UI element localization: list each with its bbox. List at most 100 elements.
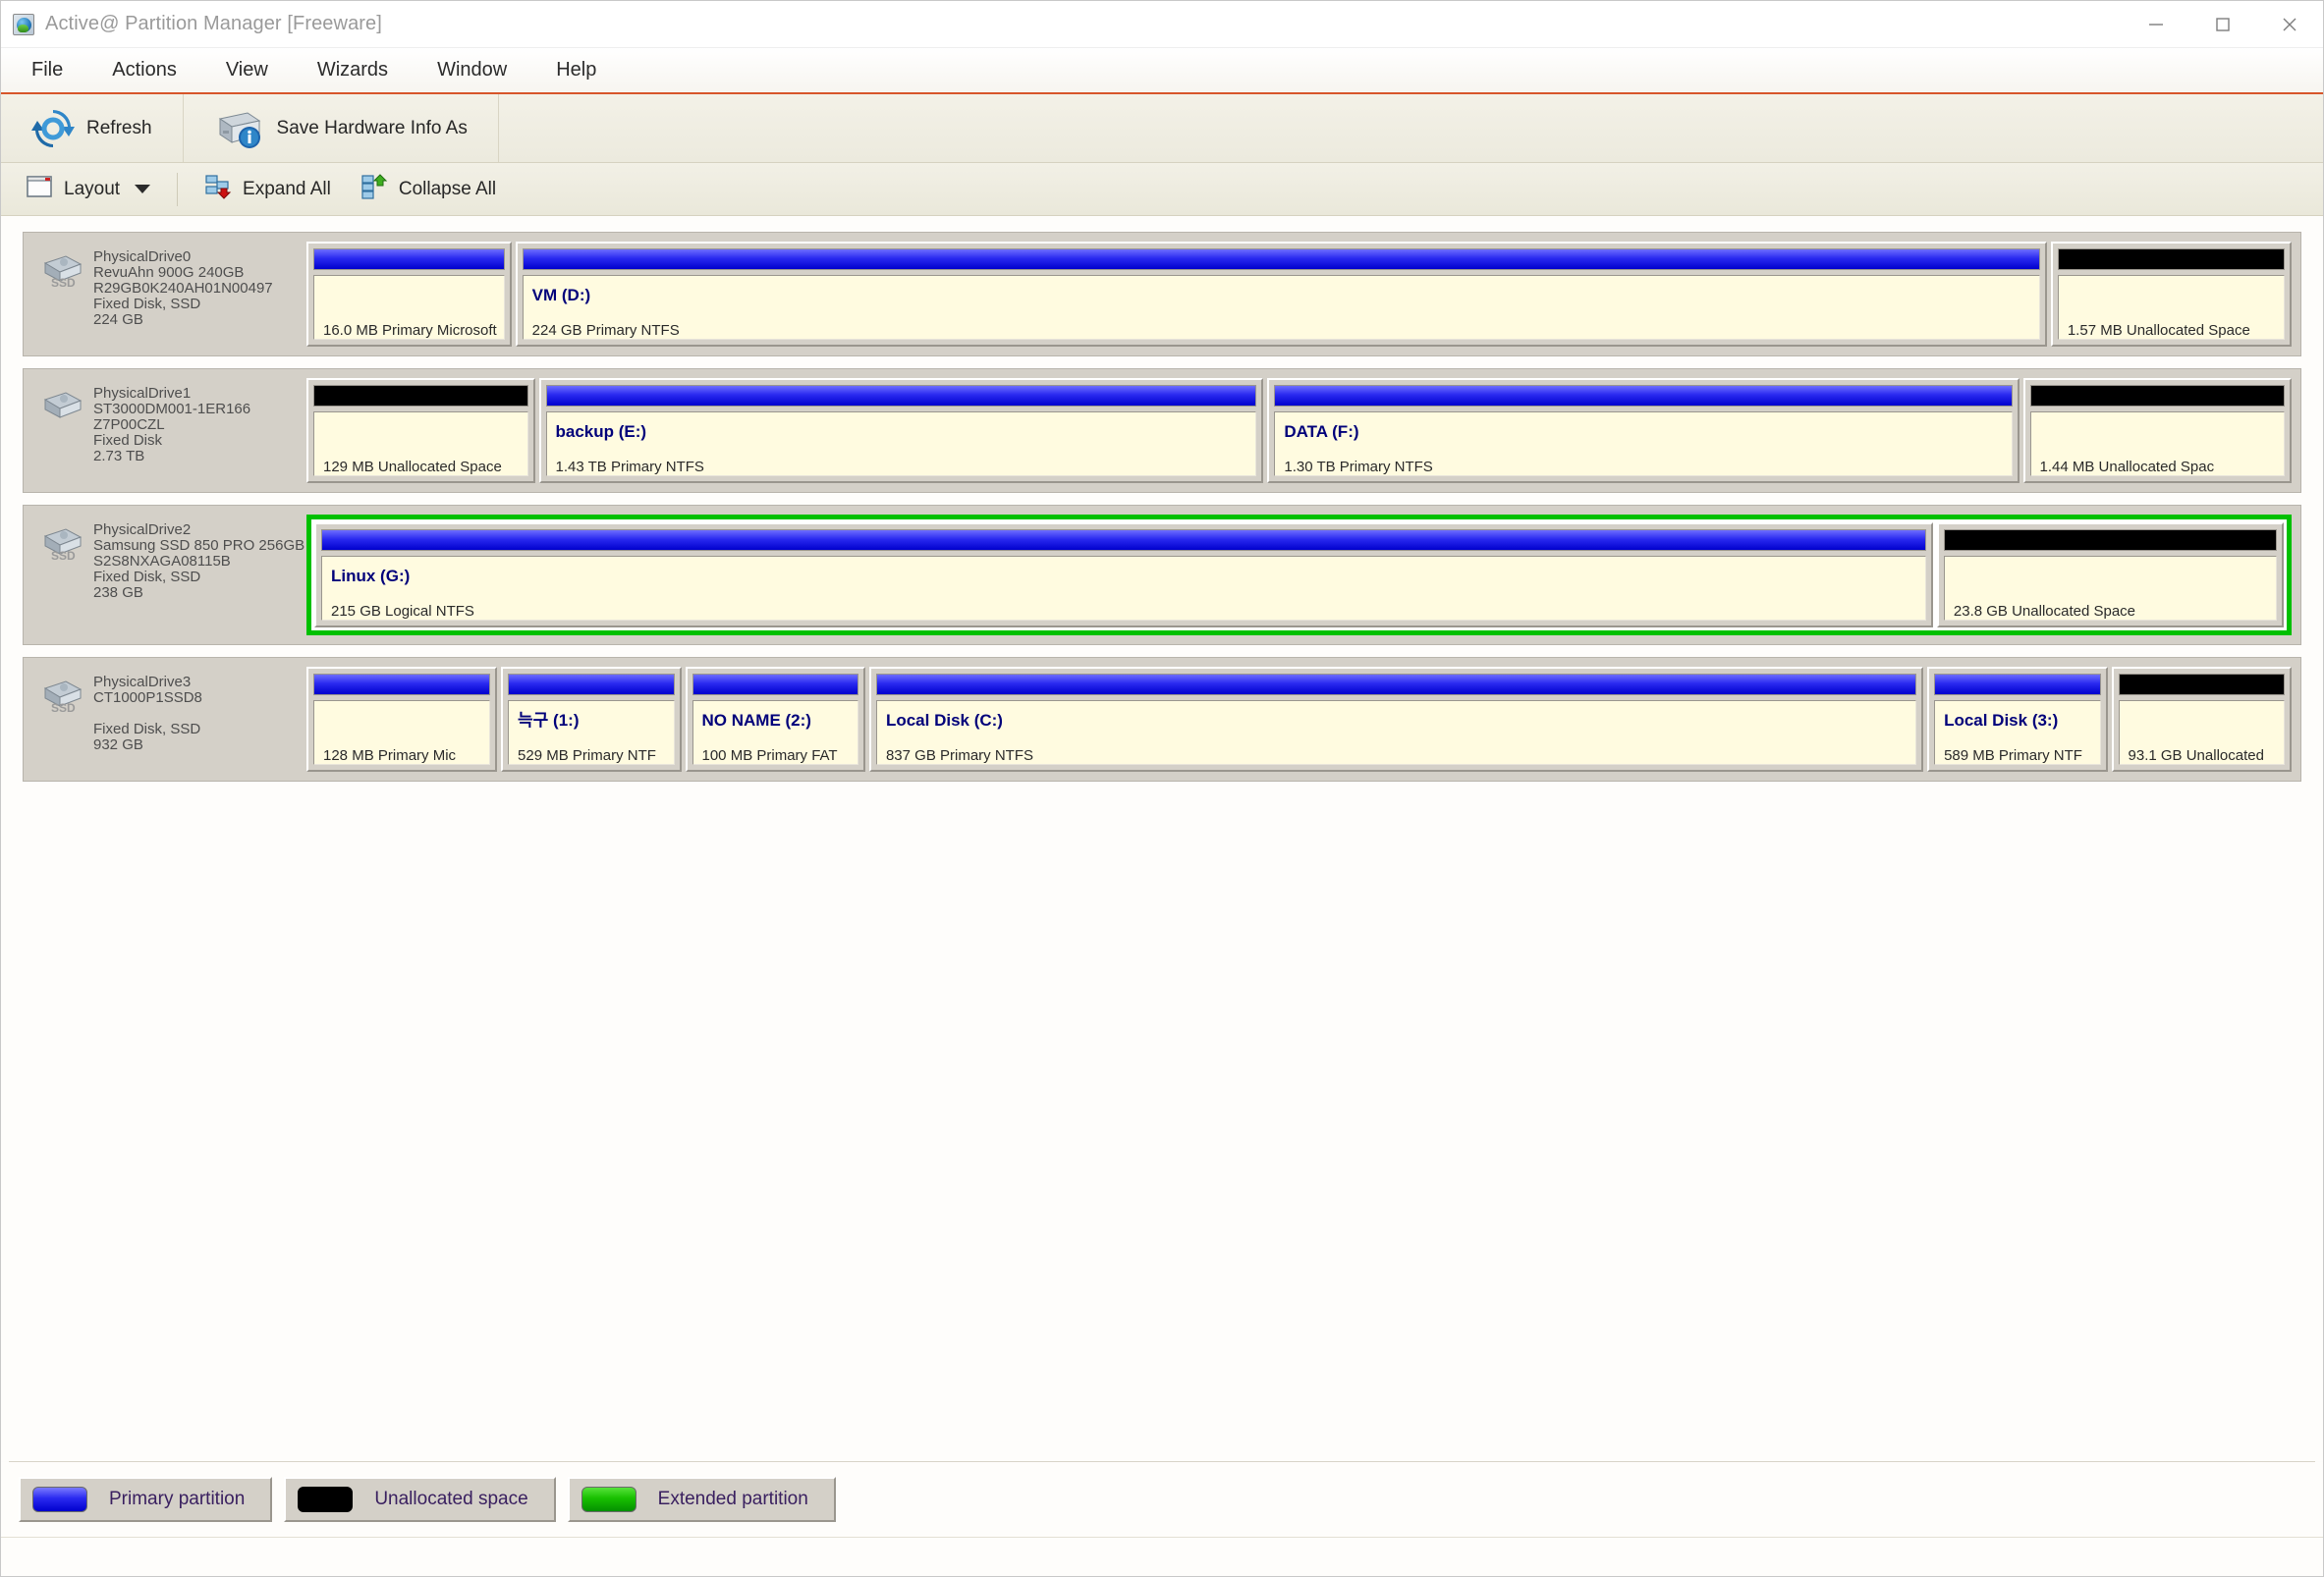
partition-usage-bar xyxy=(875,674,1917,695)
disk-info-panel[interactable]: SSD PhysicalDrive2 Samsung SSD 850 PRO 25… xyxy=(27,509,306,641)
unallocated-bar xyxy=(2029,385,2285,407)
disk-name: PhysicalDrive2 xyxy=(93,521,192,538)
partition-usage-bar xyxy=(508,674,675,695)
menu-wizards[interactable]: Wizards xyxy=(296,53,410,87)
close-button[interactable] xyxy=(2256,1,2323,48)
partition-label: backup (E:) xyxy=(555,422,647,441)
expand-all-icon xyxy=(204,173,234,205)
menu-view[interactable]: View xyxy=(204,53,290,87)
partition-description: 1.30 TB Primary NTFS xyxy=(1284,459,1433,475)
refresh-icon xyxy=(31,107,75,150)
partition-description: 1.43 TB Primary NTFS xyxy=(555,459,704,475)
partition-body: .1.44 MB Unallocated Spac xyxy=(2029,411,2285,476)
disk-type: Fixed Disk xyxy=(93,432,163,449)
partition-usage-bar xyxy=(545,385,1257,407)
legend-label-unallocated: Unallocated space xyxy=(374,1489,528,1509)
partition-description: 529 MB Primary NTF xyxy=(518,747,656,764)
partition-description: 128 MB Primary Mic xyxy=(323,747,457,764)
menu-bar: File Actions View Wizards Window Help xyxy=(1,48,2323,94)
disk-type: Fixed Disk, SSD xyxy=(93,721,201,737)
partition-description: 224 GB Primary NTFS xyxy=(531,322,680,339)
toolbar-group-hardware: Save Hardware Info As xyxy=(184,94,499,162)
partition-usage-bar xyxy=(1934,674,2101,695)
extended-partition-container[interactable]: Linux (G:) 215 GB Logical NTFS .23.8 GB Un… xyxy=(306,515,2292,635)
disk-row[interactable]: SSD PhysicalDrive3 CT1000P1SSD8 Fixed Disk… xyxy=(23,657,2301,782)
partition-usage-bar xyxy=(313,248,505,270)
expand-all-button[interactable]: Expand All xyxy=(190,169,346,210)
unallocated-block[interactable]: .93.1 GB Unallocated xyxy=(2111,667,2292,772)
partition-block[interactable]: Local Disk (3:) 589 MB Primary NTF xyxy=(1927,667,2108,772)
menu-actions[interactable]: Actions xyxy=(90,53,198,87)
disk-list: SSD PhysicalDrive0 RevuAhn 900G 240GB R29G… xyxy=(1,216,2323,1461)
partition-body: 늑구 (1:) 529 MB Primary NTF xyxy=(508,700,675,765)
unallocated-block[interactable]: .23.8 GB Unallocated Space xyxy=(1936,522,2284,627)
legend-item-unallocated: Unallocated space xyxy=(284,1477,556,1522)
disk-serial xyxy=(93,706,202,721)
partition-description: 215 GB Logical NTFS xyxy=(331,603,474,620)
disk-info-panel[interactable]: SSD PhysicalDrive3 CT1000P1SSD8 Fixed Disk… xyxy=(27,661,306,778)
partition-body: .1.57 MB Unallocated Space xyxy=(2057,275,2286,340)
unallocated-block[interactable]: .1.57 MB Unallocated Space xyxy=(2050,242,2293,347)
partition-strip: Linux (G:) 215 GB Logical NTFS .23.8 GB Un… xyxy=(306,509,2297,641)
partition-block[interactable]: backup (E:) 1.43 TB Primary NTFS xyxy=(538,378,1264,483)
menu-file[interactable]: File xyxy=(10,53,84,87)
refresh-button[interactable]: Refresh xyxy=(17,100,167,157)
disk-type: Fixed Disk, SSD xyxy=(93,296,201,312)
partition-block[interactable]: Linux (G:) 215 GB Logical NTFS xyxy=(314,522,1933,627)
partition-description: 16.0 MB Primary Microsoft xyxy=(323,322,497,339)
legend-bar: Primary partition Unallocated space Exte… xyxy=(1,1462,2323,1537)
ssd-disk-icon: SSD xyxy=(42,524,83,563)
partition-block[interactable]: NO NAME (2:) 100 MB Primary FAT xyxy=(685,667,865,772)
partition-description: 129 MB Unallocated Space xyxy=(323,459,502,475)
disk-name: PhysicalDrive0 xyxy=(93,248,192,265)
partition-block[interactable]: Local Disk (C:) 837 GB Primary NTFS xyxy=(868,667,1924,772)
disk-info-panel[interactable]: PhysicalDrive1 ST3000DM001-1ER166 Z7P00CZL… xyxy=(27,372,306,489)
partition-description: 93.1 GB Unallocated xyxy=(2128,747,2264,764)
disk-text-block: PhysicalDrive1 ST3000DM001-1ER166 Z7P00CZL… xyxy=(93,384,250,479)
save-hardware-info-button[interactable]: Save Hardware Info As xyxy=(199,100,482,157)
partition-block[interactable]: VM (D:) 224 GB Primary NTFS xyxy=(515,242,2047,347)
partition-strip: .129 MB Unallocated Space backup (E:) 1.43… xyxy=(306,372,2297,489)
disk-row[interactable]: PhysicalDrive1 ST3000DM001-1ER166 Z7P00CZL… xyxy=(23,368,2301,493)
disk-size: 932 GB xyxy=(93,736,143,753)
svg-text:SSD: SSD xyxy=(51,276,76,290)
minimize-button[interactable] xyxy=(2123,1,2189,48)
partition-block[interactable]: .16.0 MB Primary Microsoft xyxy=(306,242,512,347)
partition-description: 1.44 MB Unallocated Spac xyxy=(2039,459,2215,475)
disk-serial: R29GB0K240AH01N00497 xyxy=(93,280,273,297)
partition-usage-bar xyxy=(522,248,2040,270)
partition-block[interactable]: DATA (F:) 1.30 TB Primary NTFS xyxy=(1267,378,2020,483)
partition-block[interactable]: .128 MB Primary Mic xyxy=(306,667,498,772)
layout-icon xyxy=(26,173,55,205)
collapse-all-icon xyxy=(360,173,390,205)
extended-partition-swatch xyxy=(581,1487,636,1512)
partition-block[interactable]: 늑구 (1:) 529 MB Primary NTF xyxy=(501,667,682,772)
disk-serial: S2S8NXAGA08115B xyxy=(93,553,231,570)
disk-row[interactable]: SSD PhysicalDrive2 Samsung SSD 850 PRO 25… xyxy=(23,505,2301,645)
unallocated-block[interactable]: .129 MB Unallocated Space xyxy=(306,378,535,483)
partition-body: .16.0 MB Primary Microsoft xyxy=(313,275,505,340)
menu-window[interactable]: Window xyxy=(415,53,528,87)
disk-model: RevuAhn 900G 240GB xyxy=(93,264,245,281)
title-bar: Active@ Partition Manager [Freeware] xyxy=(1,1,2323,48)
application-window: Active@ Partition Manager [Freeware] Fil… xyxy=(0,0,2324,1577)
menu-help[interactable]: Help xyxy=(534,53,618,87)
collapse-all-button[interactable]: Collapse All xyxy=(346,169,511,210)
partition-usage-bar xyxy=(1274,385,2013,407)
status-bar xyxy=(1,1537,2323,1576)
partition-body: backup (E:) 1.43 TB Primary NTFS xyxy=(545,411,1257,476)
legend-label-extended: Extended partition xyxy=(657,1489,808,1509)
disk-text-block: PhysicalDrive2 Samsung SSD 850 PRO 256GB S… xyxy=(93,520,304,631)
disk-row[interactable]: SSD PhysicalDrive0 RevuAhn 900G 240GB R29G… xyxy=(23,232,2301,356)
unallocated-block[interactable]: .1.44 MB Unallocated Spac xyxy=(2022,378,2292,483)
partition-body: VM (D:) 224 GB Primary NTFS xyxy=(522,275,2040,340)
disk-name: PhysicalDrive3 xyxy=(93,674,192,690)
partition-description: 1.57 MB Unallocated Space xyxy=(2067,322,2250,339)
expand-all-label: Expand All xyxy=(243,178,331,199)
maximize-button[interactable] xyxy=(2189,1,2256,48)
partition-body: Linux (G:) 215 GB Logical NTFS xyxy=(321,556,1926,621)
partition-description: 100 MB Primary FAT xyxy=(701,747,838,764)
layout-button[interactable]: Layout xyxy=(11,169,165,210)
ssd-disk-icon: SSD xyxy=(42,677,83,715)
disk-info-panel[interactable]: SSD PhysicalDrive0 RevuAhn 900G 240GB R29G… xyxy=(27,236,306,353)
